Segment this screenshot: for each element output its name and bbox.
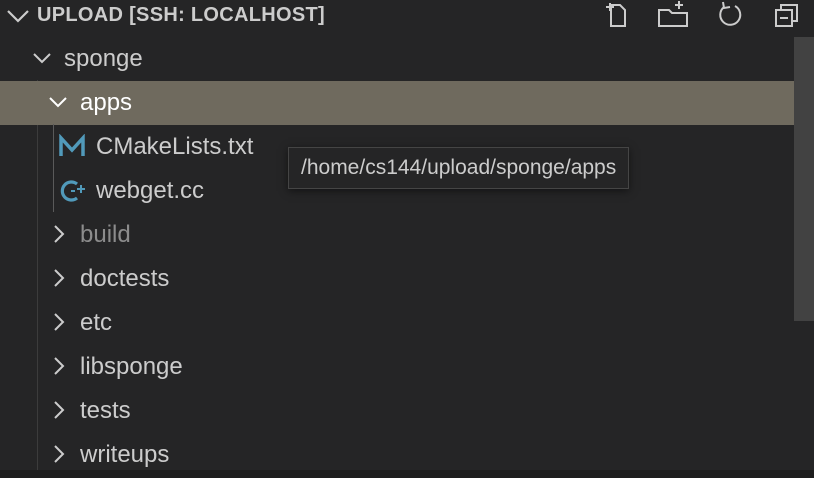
tree-item-label: tests <box>80 397 131 424</box>
tree-item-libsponge[interactable]: libsponge <box>0 345 794 389</box>
tree-item-doctests[interactable]: doctests <box>0 257 794 301</box>
tree-item-etc[interactable]: etc <box>0 301 794 345</box>
chevron-right-icon <box>54 445 65 463</box>
refresh-button[interactable] <box>713 0 747 30</box>
chevron-right-icon <box>54 357 65 375</box>
new-folder-icon <box>658 1 688 27</box>
scrollbar-thumb[interactable] <box>794 37 814 321</box>
tree-item-label: CMakeLists.txt <box>96 133 254 160</box>
collapse-all-icon <box>775 4 798 27</box>
tree-item-label: sponge <box>64 45 143 72</box>
new-file-icon <box>606 3 626 27</box>
tree-item-tests[interactable]: tests <box>0 389 794 433</box>
chevron-right-icon <box>54 401 65 419</box>
explorer-section-header[interactable]: UPLOAD [SSH: LOCALHOST] <box>0 0 814 34</box>
chevron-down-icon <box>33 53 51 64</box>
cmake-icon <box>59 134 85 156</box>
path-tooltip: /home/cs144/upload/sponge/apps <box>288 147 630 189</box>
chevron-down-icon <box>49 97 67 108</box>
tree-item-sponge[interactable]: sponge <box>0 37 794 81</box>
tree-item-label: doctests <box>80 265 170 292</box>
chevron-down-icon[interactable] <box>4 3 32 29</box>
tree-item-label: libsponge <box>80 353 183 380</box>
chevron-right-icon <box>54 269 65 287</box>
tree-item-label: apps <box>80 89 133 116</box>
tree-item-label: etc <box>80 309 113 336</box>
refresh-icon <box>719 1 742 26</box>
tree-item-label: writeups <box>80 441 170 468</box>
cpp-icon <box>60 180 85 202</box>
chevron-right-icon <box>54 225 65 243</box>
panel-bottom-edge <box>0 470 814 478</box>
new-file-button[interactable] <box>600 0 634 30</box>
vertical-scrollbar[interactable] <box>794 37 814 478</box>
tree-item-apps[interactable]: apps <box>0 81 794 125</box>
new-folder-button[interactable] <box>656 0 690 30</box>
section-title: UPLOAD [SSH: LOCALHOST] <box>37 4 325 26</box>
collapse-all-button[interactable] <box>770 0 804 30</box>
tree-item-label: webget.cc <box>96 177 205 204</box>
tree-item-build[interactable]: build <box>0 213 794 257</box>
tree-item-label: build <box>80 221 131 248</box>
chevron-right-icon <box>54 313 65 331</box>
explorer-view: UPLOAD [SSH: LOCALHOST] sponge apps CMak… <box>0 0 814 478</box>
